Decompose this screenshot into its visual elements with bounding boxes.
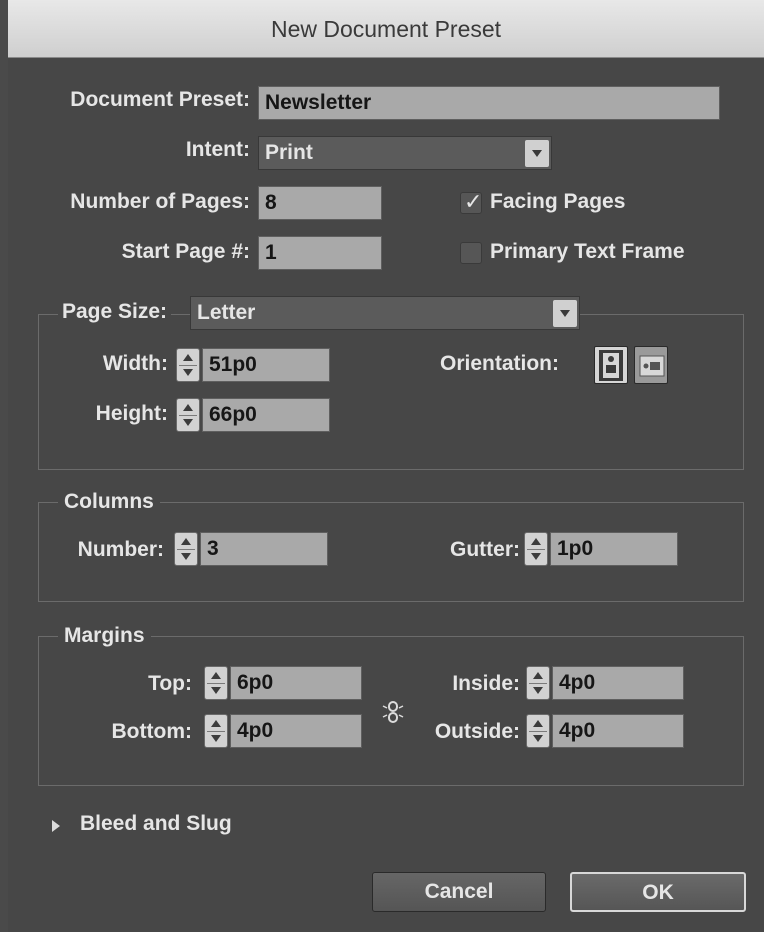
outside-margin-input[interactable]: 4p0 [552,714,684,748]
portrait-icon [599,350,623,381]
height-label: Height: [95,402,168,425]
intent-label: Intent: [185,138,250,161]
width-input[interactable]: 51p0 [202,348,330,382]
dialog-body: Document Preset: Newsletter Intent: Prin… [8,58,764,932]
portrait-orientation-button[interactable] [594,346,628,384]
page-size-label: Page Size: [58,300,172,324]
intent-select[interactable]: Print [258,136,552,170]
intent-value: Print [265,141,313,164]
number-of-pages-input[interactable]: 8 [258,186,382,220]
top-margin-label: Top: [148,672,192,695]
start-page-label: Start Page #: [121,240,250,263]
bottom-margin-stepper[interactable] [204,714,228,748]
top-margin-input[interactable]: 6p0 [230,666,362,700]
document-preset-label: Document Preset: [70,88,250,111]
primary-text-frame-label: Primary Text Frame [490,240,685,263]
gutter-label: Gutter: [450,538,520,561]
height-stepper[interactable] [176,398,200,432]
outside-margin-label: Outside: [434,720,520,743]
columns-number-input[interactable]: 3 [200,532,328,566]
page-size-value: Letter [197,301,256,324]
window-title: New Document Preset [8,0,764,58]
page-size-group [38,314,744,470]
page-size-select[interactable]: Letter [190,296,580,330]
gutter-input[interactable]: 1p0 [550,532,678,566]
link-margins-icon[interactable] [380,696,406,728]
margins-legend: Margins [58,624,151,648]
landscape-orientation-button[interactable] [634,346,668,384]
disclosure-triangle-icon[interactable] [52,820,60,832]
checkmark-icon: ✓ [464,189,483,214]
ok-button[interactable]: OK [570,872,746,912]
bottom-margin-input[interactable]: 4p0 [230,714,362,748]
columns-number-stepper[interactable] [174,532,198,566]
primary-text-frame-checkbox[interactable] [460,242,482,264]
width-stepper[interactable] [176,348,200,382]
columns-number-label: Number: [77,538,164,561]
width-label: Width: [102,352,168,375]
landscape-icon [639,355,665,377]
gutter-stepper[interactable] [524,532,548,566]
inside-margin-stepper[interactable] [526,666,550,700]
bleed-and-slug-toggle[interactable]: Bleed and Slug [80,812,232,836]
outside-margin-stepper[interactable] [526,714,550,748]
new-document-preset-dialog: New Document Preset Document Preset: New… [0,0,764,932]
number-of-pages-label: Number of Pages: [70,190,250,213]
inside-margin-label: Inside: [452,672,520,695]
document-preset-input[interactable]: Newsletter [258,86,720,120]
orientation-label: Orientation: [440,352,559,375]
start-page-input[interactable]: 1 [258,236,382,270]
facing-pages-checkbox[interactable]: ✓ [460,189,483,214]
cancel-button[interactable]: Cancel [372,872,546,912]
facing-pages-label: Facing Pages [490,190,626,213]
chevron-down-icon [525,140,549,167]
columns-legend: Columns [58,490,160,514]
bottom-margin-label: Bottom: [111,720,192,743]
top-margin-stepper[interactable] [204,666,228,700]
height-input[interactable]: 66p0 [202,398,330,432]
chevron-down-icon [553,300,577,327]
inside-margin-input[interactable]: 4p0 [552,666,684,700]
